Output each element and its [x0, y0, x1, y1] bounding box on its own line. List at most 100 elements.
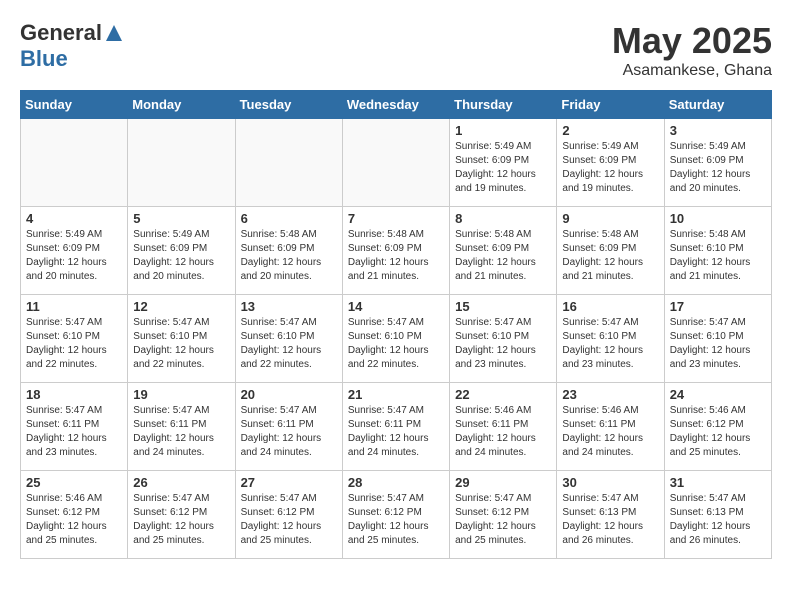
day-cell: 20Sunrise: 5:47 AM Sunset: 6:11 PM Dayli… — [235, 383, 342, 471]
day-cell — [128, 119, 235, 207]
day-cell: 3Sunrise: 5:49 AM Sunset: 6:09 PM Daylig… — [664, 119, 771, 207]
day-cell: 7 Sunrise: 5:48 AM Sunset: 6:09 PM Daylig… — [342, 207, 449, 295]
day-number: 11 — [26, 299, 122, 314]
day-cell — [21, 119, 128, 207]
day-info: Sunrise: 5:49 AM Sunset: 6:09 PM Dayligh… — [670, 140, 766, 196]
day-cell: 14 Sunrise: 5:47 AM Sunset: 6:10 PM Dayli… — [342, 295, 449, 383]
day-cell: 31Sunrise: 5:47 AM Sunset: 6:13 PM Dayli… — [664, 471, 771, 559]
day-cell: 4 Sunrise: 5:49 AM Sunset: 6:09 PM Daylig… — [21, 207, 128, 295]
day-cell: 16Sunrise: 5:47 AM Sunset: 6:10 PM Dayli… — [557, 295, 664, 383]
day-number: 6 — [241, 211, 337, 226]
calendar-title-area: May 2025 Asamankese, Ghana — [612, 20, 772, 80]
week-row-4: 25 Sunrise: 5:46 AM Sunset: 6:12 PM Dayli… — [21, 471, 772, 559]
day-cell: 19 Sunrise: 5:47 AM Sunset: 6:11 PM Dayli… — [128, 383, 235, 471]
day-number: 16 — [562, 299, 658, 314]
day-cell: 21Sunrise: 5:47 AM Sunset: 6:11 PM Dayli… — [342, 383, 449, 471]
day-number: 1 — [455, 123, 551, 138]
day-cell: 10 Sunrise: 5:48 AM Sunset: 6:10 PM Dayli… — [664, 207, 771, 295]
day-cell: 23 Sunrise: 5:46 AM Sunset: 6:11 PM Dayli… — [557, 383, 664, 471]
day-info: Sunrise: 5:47 AM Sunset: 6:12 PM Dayligh… — [241, 492, 337, 548]
day-number: 14 — [348, 299, 444, 314]
week-row-1: 4 Sunrise: 5:49 AM Sunset: 6:09 PM Daylig… — [21, 207, 772, 295]
day-info: Sunrise: 5:47 AM Sunset: 6:10 PM Dayligh… — [26, 316, 122, 372]
day-number: 2 — [562, 123, 658, 138]
day-info: Sunrise: 5:49 AM Sunset: 6:09 PM Dayligh… — [455, 140, 551, 196]
day-number: 28 — [348, 475, 444, 490]
day-info: Sunrise: 5:49 AM Sunset: 6:09 PM Dayligh… — [26, 228, 122, 284]
day-number: 13 — [241, 299, 337, 314]
day-info: Sunrise: 5:47 AM Sunset: 6:11 PM Dayligh… — [26, 404, 122, 460]
header-sunday: Sunday — [21, 91, 128, 119]
day-info: Sunrise: 5:46 AM Sunset: 6:12 PM Dayligh… — [670, 404, 766, 460]
day-cell: 2 Sunrise: 5:49 AM Sunset: 6:09 PM Daylig… — [557, 119, 664, 207]
day-info: Sunrise: 5:47 AM Sunset: 6:11 PM Dayligh… — [241, 404, 337, 460]
day-cell: 25 Sunrise: 5:46 AM Sunset: 6:12 PM Dayli… — [21, 471, 128, 559]
day-number: 12 — [133, 299, 229, 314]
day-info: Sunrise: 5:48 AM Sunset: 6:09 PM Dayligh… — [455, 228, 551, 284]
day-number: 24 — [670, 387, 766, 402]
day-info: Sunrise: 5:47 AM Sunset: 6:12 PM Dayligh… — [133, 492, 229, 548]
day-cell: 12 Sunrise: 5:47 AM Sunset: 6:10 PM Dayli… — [128, 295, 235, 383]
header-wednesday: Wednesday — [342, 91, 449, 119]
week-row-3: 18 Sunrise: 5:47 AM Sunset: 6:11 PM Dayli… — [21, 383, 772, 471]
logo-blue: Blue — [20, 46, 68, 71]
header-thursday: Thursday — [450, 91, 557, 119]
day-number: 10 — [670, 211, 766, 226]
day-info: Sunrise: 5:47 AM Sunset: 6:10 PM Dayligh… — [133, 316, 229, 372]
day-info: Sunrise: 5:48 AM Sunset: 6:09 PM Dayligh… — [348, 228, 444, 284]
day-number: 9 — [562, 211, 658, 226]
week-row-0: 1 Sunrise: 5:49 AM Sunset: 6:09 PM Daylig… — [21, 119, 772, 207]
header-friday: Friday — [557, 91, 664, 119]
day-number: 26 — [133, 475, 229, 490]
calendar-title: May 2025 — [612, 20, 772, 62]
day-info: Sunrise: 5:49 AM Sunset: 6:09 PM Dayligh… — [133, 228, 229, 284]
day-info: Sunrise: 5:46 AM Sunset: 6:11 PM Dayligh… — [562, 404, 658, 460]
day-info: Sunrise: 5:47 AM Sunset: 6:10 PM Dayligh… — [241, 316, 337, 372]
logo-icon — [104, 23, 124, 43]
day-cell: 15 Sunrise: 5:47 AM Sunset: 6:10 PM Dayli… — [450, 295, 557, 383]
day-info: Sunrise: 5:47 AM Sunset: 6:11 PM Dayligh… — [133, 404, 229, 460]
day-number: 5 — [133, 211, 229, 226]
day-number: 21 — [348, 387, 444, 402]
day-number: 17 — [670, 299, 766, 314]
week-row-2: 11 Sunrise: 5:47 AM Sunset: 6:10 PM Dayli… — [21, 295, 772, 383]
calendar-header-row: SundayMondayTuesdayWednesdayThursdayFrid… — [21, 91, 772, 119]
day-cell: 5 Sunrise: 5:49 AM Sunset: 6:09 PM Daylig… — [128, 207, 235, 295]
day-cell: 24 Sunrise: 5:46 AM Sunset: 6:12 PM Dayli… — [664, 383, 771, 471]
day-info: Sunrise: 5:47 AM Sunset: 6:10 PM Dayligh… — [348, 316, 444, 372]
day-cell: 11 Sunrise: 5:47 AM Sunset: 6:10 PM Dayli… — [21, 295, 128, 383]
calendar-subtitle: Asamankese, Ghana — [612, 62, 772, 80]
day-number: 7 — [348, 211, 444, 226]
day-cell: 29 Sunrise: 5:47 AM Sunset: 6:12 PM Dayli… — [450, 471, 557, 559]
day-info: Sunrise: 5:46 AM Sunset: 6:11 PM Dayligh… — [455, 404, 551, 460]
calendar-table: SundayMondayTuesdayWednesdayThursdayFrid… — [20, 90, 772, 559]
day-info: Sunrise: 5:47 AM Sunset: 6:12 PM Dayligh… — [455, 492, 551, 548]
day-number: 19 — [133, 387, 229, 402]
day-cell: 27Sunrise: 5:47 AM Sunset: 6:12 PM Dayli… — [235, 471, 342, 559]
day-number: 15 — [455, 299, 551, 314]
header-saturday: Saturday — [664, 91, 771, 119]
day-cell: 28 Sunrise: 5:47 AM Sunset: 6:12 PM Dayli… — [342, 471, 449, 559]
calendar-body: 1 Sunrise: 5:49 AM Sunset: 6:09 PM Daylig… — [21, 119, 772, 559]
day-number: 29 — [455, 475, 551, 490]
day-cell: 8Sunrise: 5:48 AM Sunset: 6:09 PM Daylig… — [450, 207, 557, 295]
day-info: Sunrise: 5:47 AM Sunset: 6:13 PM Dayligh… — [670, 492, 766, 548]
day-info: Sunrise: 5:48 AM Sunset: 6:09 PM Dayligh… — [241, 228, 337, 284]
day-info: Sunrise: 5:47 AM Sunset: 6:10 PM Dayligh… — [455, 316, 551, 372]
day-number: 18 — [26, 387, 122, 402]
day-info: Sunrise: 5:46 AM Sunset: 6:12 PM Dayligh… — [26, 492, 122, 548]
day-cell — [235, 119, 342, 207]
day-cell: 13 Sunrise: 5:47 AM Sunset: 6:10 PM Dayli… — [235, 295, 342, 383]
day-cell: 6 Sunrise: 5:48 AM Sunset: 6:09 PM Daylig… — [235, 207, 342, 295]
day-info: Sunrise: 5:49 AM Sunset: 6:09 PM Dayligh… — [562, 140, 658, 196]
day-info: Sunrise: 5:47 AM Sunset: 6:12 PM Dayligh… — [348, 492, 444, 548]
day-number: 25 — [26, 475, 122, 490]
day-number: 30 — [562, 475, 658, 490]
day-number: 22 — [455, 387, 551, 402]
day-cell: 18 Sunrise: 5:47 AM Sunset: 6:11 PM Dayli… — [21, 383, 128, 471]
day-cell: 26 Sunrise: 5:47 AM Sunset: 6:12 PM Dayli… — [128, 471, 235, 559]
day-info: Sunrise: 5:48 AM Sunset: 6:10 PM Dayligh… — [670, 228, 766, 284]
day-number: 23 — [562, 387, 658, 402]
day-number: 4 — [26, 211, 122, 226]
page-header: General Blue May 2025 Asamankese, Ghana — [20, 20, 772, 80]
